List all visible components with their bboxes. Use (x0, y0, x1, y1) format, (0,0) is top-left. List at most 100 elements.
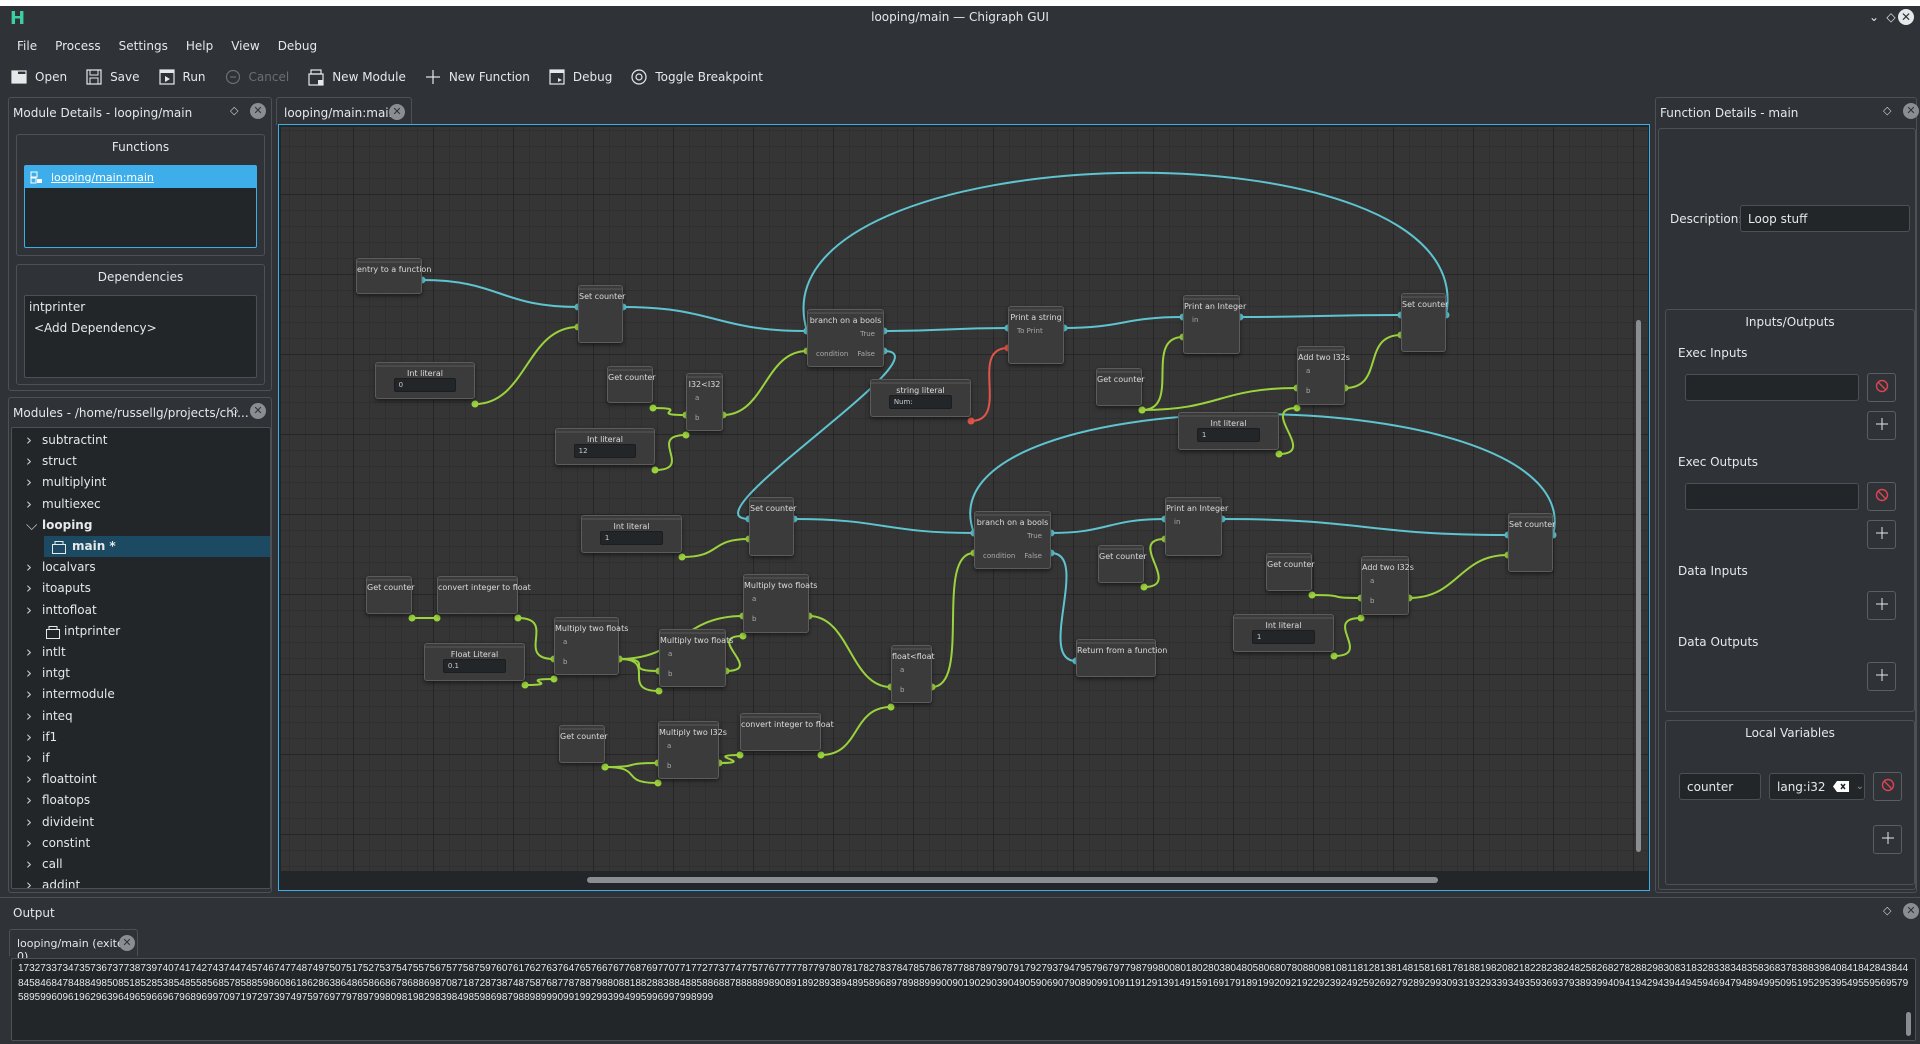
horizontal-scrollbar[interactable] (587, 877, 1438, 883)
data-wire[interactable] (931, 552, 975, 688)
pin-dot[interactable] (678, 553, 686, 561)
remove-local-var-button[interactable] (1873, 772, 1902, 801)
float-button[interactable]: ◇ (1883, 104, 1891, 117)
chevron-right-icon[interactable]: › (26, 875, 36, 888)
node-int1c[interactable]: Int literal 1 (1233, 614, 1334, 652)
vertical-scrollbar[interactable] (1636, 320, 1641, 852)
pin-dot[interactable] (408, 614, 416, 622)
pin-dot[interactable] (654, 779, 662, 787)
node-set4[interactable]: Set counter (1508, 513, 1555, 572)
node-mulf1[interactable]: Multiply two floats a b (554, 617, 628, 675)
data-wire[interactable] (681, 538, 750, 558)
data-wire[interactable] (652, 407, 687, 416)
data-wire[interactable] (474, 326, 579, 405)
add-exec-input-button[interactable] (1867, 411, 1896, 440)
node-int1a[interactable]: Int literal 1 (1178, 412, 1279, 450)
pin-dot[interactable] (1138, 406, 1146, 414)
tree-item-inttofloat[interactable]: › inttofloat (12, 600, 270, 621)
node-entry[interactable]: entry to a function (356, 258, 431, 294)
save-button[interactable]: Save (85, 68, 140, 86)
pin-dot[interactable] (736, 751, 744, 759)
node-value-input[interactable]: Num: (888, 395, 953, 409)
pin-dot[interactable] (433, 614, 441, 622)
chevron-right-icon[interactable]: › (26, 854, 36, 875)
exec-wire[interactable] (802, 171, 1449, 332)
description-input[interactable]: Loop stuff (1740, 205, 1910, 232)
float-button[interactable]: ◇ (230, 404, 238, 417)
pin-dot[interactable] (651, 466, 659, 474)
data-wire[interactable] (722, 350, 808, 416)
close-output-tab-button[interactable]: ✕ (119, 935, 135, 951)
clear-icon[interactable] (1832, 781, 1849, 792)
float-button[interactable]: ◇ (230, 104, 238, 117)
tree-item-inteq[interactable]: › inteq (12, 706, 270, 727)
tree-item-localvars[interactable]: › localvars (12, 557, 270, 578)
pin-dot[interactable] (471, 400, 479, 408)
node-value-input[interactable]: 12 (573, 444, 637, 458)
node-get4[interactable]: Get counter (559, 725, 608, 763)
float-button[interactable]: ◇ (1883, 904, 1891, 917)
menu-process[interactable]: Process (46, 36, 110, 58)
local-var-name-input[interactable]: counter (1679, 773, 1761, 800)
tree-item-intgt[interactable]: › intgt (12, 663, 270, 684)
exec-wire[interactable] (1050, 518, 1166, 534)
tree-item-intermodule[interactable]: › intermodule (12, 684, 270, 705)
maximize-button[interactable]: ◇ (1883, 9, 1899, 25)
chevron-right-icon[interactable]: › (26, 748, 36, 769)
toggle-breakpoint-button[interactable]: Toggle Breakpoint (630, 68, 763, 86)
exec-wire[interactable] (1221, 518, 1509, 536)
menu-settings[interactable]: Settings (110, 36, 177, 58)
exec-wire[interactable] (1050, 552, 1077, 662)
node-set2[interactable]: Set counter (1401, 293, 1448, 352)
tree-item-divideint[interactable]: › divideint (12, 812, 270, 833)
node-get2[interactable]: Get counter (1096, 368, 1145, 406)
chevron-right-icon[interactable]: › (26, 578, 36, 599)
node-get6[interactable]: Get counter (1266, 553, 1315, 591)
node-value-input[interactable]: 1 (1251, 630, 1316, 644)
chevron-right-icon[interactable]: › (26, 600, 36, 621)
menu-view[interactable]: View (222, 36, 268, 58)
pin-dot[interactable] (649, 404, 657, 412)
close-panel-button[interactable]: ✕ (1903, 903, 1919, 919)
output-tab[interactable]: looping/main (exited, 0) ✕ (9, 929, 138, 963)
node-mulf3[interactable]: Multiply two floats a b (743, 574, 817, 633)
close-panel-button[interactable]: ✕ (250, 403, 266, 419)
add-data-input-button[interactable] (1867, 591, 1896, 620)
node-int0[interactable]: Int literal 0 (375, 362, 475, 399)
chevron-right-icon[interactable]: › (26, 663, 36, 684)
tree-item-multiexec[interactable]: › multiexec (12, 494, 270, 515)
tree-item-intprinter[interactable]: intprinter (12, 621, 270, 642)
menu-debug[interactable]: Debug (269, 36, 326, 58)
node-set3[interactable]: Set counter (749, 497, 796, 556)
exec-wire[interactable] (1063, 316, 1184, 329)
open-button[interactable]: Open (10, 68, 67, 86)
remove-exec-output-button[interactable] (1867, 482, 1896, 511)
exec-wire[interactable] (793, 518, 975, 534)
tree-item-struct[interactable]: › struct (12, 451, 270, 472)
node-floatlit[interactable]: Float Literal 0.1 (424, 643, 525, 681)
tree-item-intlt[interactable]: › intlt (12, 642, 270, 663)
graph-canvas[interactable]: entry to a function Int literal 0 Set count… (281, 127, 1648, 871)
close-panel-button[interactable]: ✕ (1903, 103, 1919, 119)
node-fltlt[interactable]: float<float a b (891, 645, 935, 703)
pin-dot[interactable] (967, 417, 975, 425)
pin-dot[interactable] (601, 763, 609, 771)
data-wire[interactable] (604, 766, 659, 784)
pin-dot[interactable] (1357, 614, 1365, 622)
tree-item-if[interactable]: › if (12, 748, 270, 769)
exec-wire[interactable] (421, 279, 579, 308)
pin-dot[interactable] (655, 687, 663, 695)
pin-dot[interactable] (514, 614, 522, 622)
chevron-right-icon[interactable]: › (26, 472, 36, 493)
chevron-right-icon[interactable]: › (26, 812, 36, 833)
data-wire[interactable] (820, 706, 892, 756)
pin-dot[interactable] (1308, 591, 1316, 599)
tree-item-if1[interactable]: › if1 (12, 727, 270, 748)
data-wire[interactable] (1344, 334, 1402, 389)
minimize-button[interactable]: ⌄ (1866, 9, 1882, 25)
node-int12[interactable]: Int literal 12 (555, 428, 655, 465)
node-conv1[interactable]: convert integer to float (437, 576, 531, 614)
node-conv2[interactable]: convert integer to float (740, 713, 834, 751)
output-scrollbar[interactable] (1906, 1012, 1911, 1036)
chevron-right-icon[interactable]: › (26, 769, 36, 790)
